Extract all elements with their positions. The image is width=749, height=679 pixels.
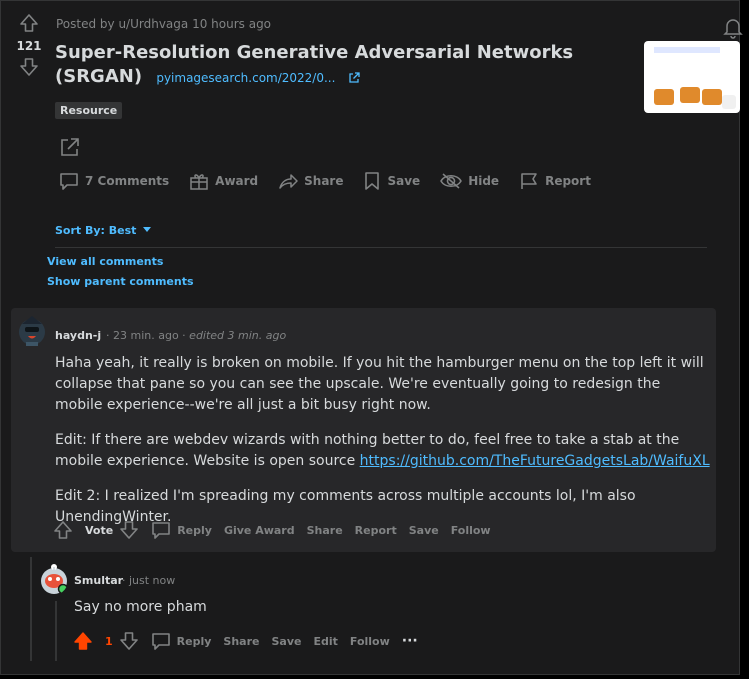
share-button[interactable]: Share	[223, 635, 259, 648]
share-icon	[279, 174, 298, 189]
save-button[interactable]: Save	[363, 171, 420, 191]
post-domain-link[interactable]: pyimagesearch.com/2022/0...	[156, 71, 335, 85]
post-meta: Posted by u/Urdhvaga 10 hours ago	[56, 17, 272, 31]
comment-score: 1	[105, 634, 113, 648]
comment-icon	[152, 522, 170, 539]
comment-action-bar: 1 Reply Share Save Edit Follow ···	[73, 631, 430, 651]
thumbnail-tiger-3	[702, 89, 722, 105]
hide-icon	[440, 173, 463, 189]
comment-body: Haha yeah, it really is broken on mobile…	[55, 353, 710, 542]
caret-down-icon	[143, 227, 152, 232]
report-button[interactable]: Report	[519, 171, 591, 191]
award-label: Award	[215, 174, 259, 188]
reply-button[interactable]: Reply	[151, 631, 212, 651]
save-button[interactable]: Save	[409, 524, 439, 537]
post-vote-column: 121	[15, 13, 43, 77]
save-label: Save	[387, 174, 421, 188]
comments-label: 7 Comments	[85, 174, 170, 188]
comment-body: Say no more pham	[74, 599, 207, 615]
show-parent-comments-link[interactable]: Show parent comments	[47, 275, 194, 288]
comment-author[interactable]: haydn-j	[55, 329, 101, 342]
post-thumbnail[interactable]	[644, 41, 740, 113]
comment-time: · 23 min. ago ·	[106, 329, 186, 342]
thread-line[interactable]	[30, 557, 32, 661]
downvote-icon[interactable]	[119, 520, 139, 540]
hide-label: Hide	[468, 174, 500, 188]
award-button[interactable]: Award	[189, 171, 258, 191]
thumbnail-tiger-1	[654, 89, 674, 105]
hide-button[interactable]: Hide	[440, 171, 499, 191]
avatar[interactable]	[39, 559, 69, 595]
save-button[interactable]: Save	[271, 635, 301, 648]
reply-label: Reply	[176, 634, 212, 648]
report-button[interactable]: Report	[355, 524, 397, 537]
comment-edited: edited 3 min. ago	[189, 329, 287, 342]
comment-action-bar: Vote Reply Give Award Share Report Save …	[53, 520, 503, 540]
comment-paragraph-1: Haha yeah, it really is broken on mobile…	[55, 355, 704, 413]
thumbnail-expand-icon[interactable]	[722, 95, 736, 109]
thumbnail-header	[654, 47, 720, 53]
share-button[interactable]: Share	[307, 524, 343, 537]
reply-button[interactable]: Reply	[151, 520, 212, 540]
comment-paragraph-2: Edit: If there are webdev wizards with n…	[55, 430, 710, 472]
share-label: Share	[304, 174, 344, 188]
give-award-button[interactable]: Give Award	[224, 524, 295, 537]
upvote-icon[interactable]	[53, 520, 73, 540]
post-title[interactable]: Super-Resolution Generative Adversarial …	[55, 41, 635, 90]
link-out-icon[interactable]	[59, 136, 81, 158]
avatar[interactable]	[17, 314, 47, 348]
sort-dropdown[interactable]: Sort By: Best	[55, 224, 152, 237]
comments-button[interactable]: 7 Comments	[59, 171, 169, 191]
github-link[interactable]: https://github.com/TheFutureGadgetsLab/W…	[360, 453, 710, 469]
downvote-icon[interactable]	[19, 57, 39, 77]
report-label: Report	[545, 174, 591, 188]
gift-icon	[190, 174, 208, 190]
edit-button[interactable]: Edit	[313, 635, 337, 648]
bookmark-icon	[365, 172, 380, 190]
view-all-comments-link[interactable]: View all comments	[47, 255, 163, 268]
post-action-bar: 7 Comments Award Share Save Hide Report	[59, 171, 611, 191]
downvote-icon[interactable]	[119, 631, 139, 651]
upvote-filled-icon[interactable]	[73, 631, 93, 651]
post-flair[interactable]: Resource	[55, 102, 123, 119]
thumbnail-tiger-2	[680, 87, 700, 103]
comment-author[interactable]: Smultar	[74, 574, 123, 587]
flag-icon	[521, 173, 537, 189]
follow-button[interactable]: Follow	[350, 635, 390, 648]
follow-button[interactable]: Follow	[451, 524, 491, 537]
bell-icon[interactable]	[723, 17, 743, 39]
vote-label: Vote	[85, 523, 114, 537]
comment-meta: · 23 min. ago · edited 3 min. ago	[106, 329, 286, 342]
more-options-icon[interactable]: ···	[402, 633, 418, 649]
divider	[55, 247, 707, 248]
comment-icon	[151, 633, 170, 650]
reply-label: Reply	[177, 523, 212, 537]
thread-line-nested[interactable]	[55, 601, 57, 661]
comment-time: · just now	[122, 574, 176, 587]
post-score: 121	[16, 39, 42, 53]
sort-label: Sort By: Best	[55, 224, 137, 237]
post-frame: 121 Posted by u/Urdhvaga 10 hours ago Su…	[0, 0, 743, 675]
share-button[interactable]: Share	[278, 171, 343, 191]
upvote-icon[interactable]	[19, 13, 39, 33]
external-link-icon[interactable]	[348, 72, 360, 84]
comment-haydn-j: haydn-j · 23 min. ago · edited 3 min. ag…	[11, 308, 716, 552]
comment-icon	[60, 173, 78, 190]
